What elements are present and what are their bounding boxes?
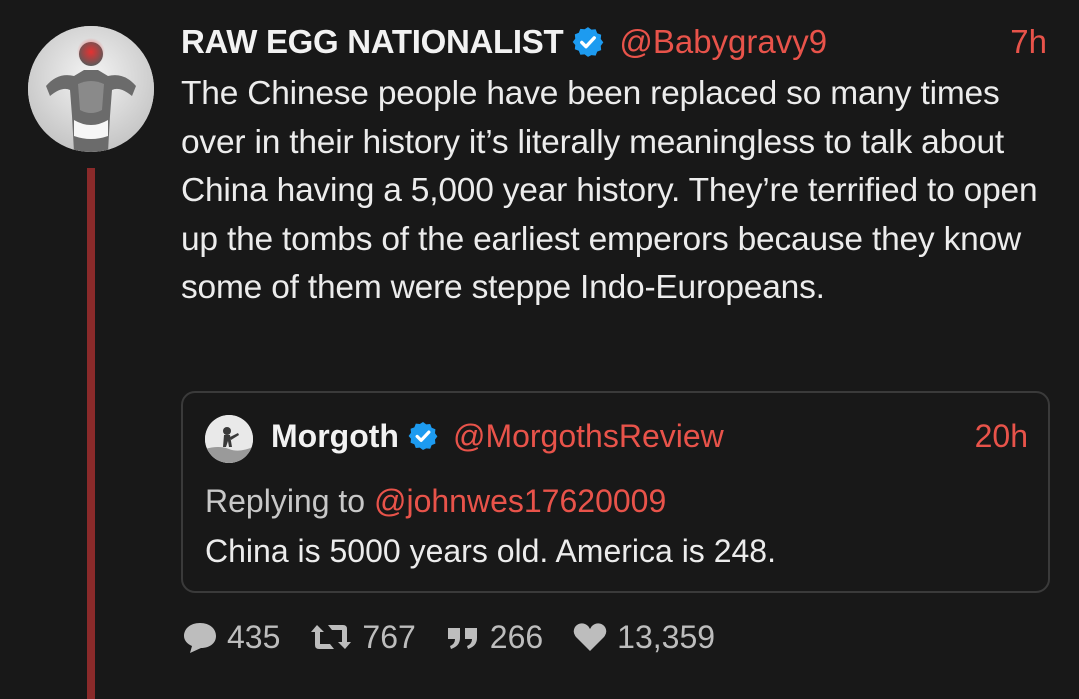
like-button[interactable]: 13,359 (571, 619, 715, 656)
thread-line (87, 168, 95, 699)
author-avatar[interactable] (28, 26, 154, 152)
tweet: RAW EGG NATIONALIST @Babygravy9 7h The C… (0, 0, 1079, 699)
quote-icon (447, 628, 477, 649)
heart-icon (573, 623, 607, 651)
retweet-count: 767 (362, 618, 416, 655)
author-handle[interactable]: @Babygravy9 (619, 23, 827, 61)
tweet-text: The Chinese people have been replaced so… (181, 75, 1038, 306)
replying-to-label: Replying to (205, 483, 366, 519)
tweet-actions: 435 767 266 13,359 (181, 614, 743, 660)
author-display-name[interactable]: RAW EGG NATIONALIST (181, 23, 564, 61)
quoted-author-avatar[interactable] (205, 415, 253, 463)
quote-tweets-button[interactable]: 266 (444, 619, 543, 656)
tweet-timestamp[interactable]: 7h (1010, 18, 1047, 66)
retweet-button[interactable]: 767 (308, 618, 416, 656)
reply-count: 435 (227, 618, 281, 655)
quoted-tweet[interactable]: Morgoth @MorgothsReview 20h Replying to … (181, 391, 1050, 593)
replying-to-line: Replying to @johnwes17620009 (205, 479, 666, 523)
bodybuilder-avatar-icon (28, 26, 154, 152)
quoted-tweet-text: China is 5000 years old. America is 248. (205, 533, 776, 569)
retweet-icon (311, 625, 352, 649)
quoted-tweet-header: Morgoth @MorgothsReview 20h (271, 413, 1028, 459)
figure-avatar-icon (205, 415, 253, 463)
quoted-author-display-name[interactable]: Morgoth (271, 418, 399, 455)
verified-badge-icon (573, 27, 604, 57)
reply-button[interactable]: 435 (181, 619, 280, 656)
verified-badge-icon (408, 422, 438, 450)
comment-icon (184, 623, 216, 653)
replying-to-mention[interactable]: @johnwes17620009 (374, 483, 666, 519)
tweet-content: RAW EGG NATIONALIST @Babygravy9 7h The C… (181, 18, 1053, 313)
tweet-header: RAW EGG NATIONALIST @Babygravy9 7h (181, 18, 1053, 66)
quoted-tweet-timestamp[interactable]: 20h (975, 413, 1028, 459)
like-count: 13,359 (617, 618, 716, 655)
quote-count: 266 (489, 618, 544, 655)
quoted-author-handle[interactable]: @MorgothsReview (453, 418, 724, 455)
